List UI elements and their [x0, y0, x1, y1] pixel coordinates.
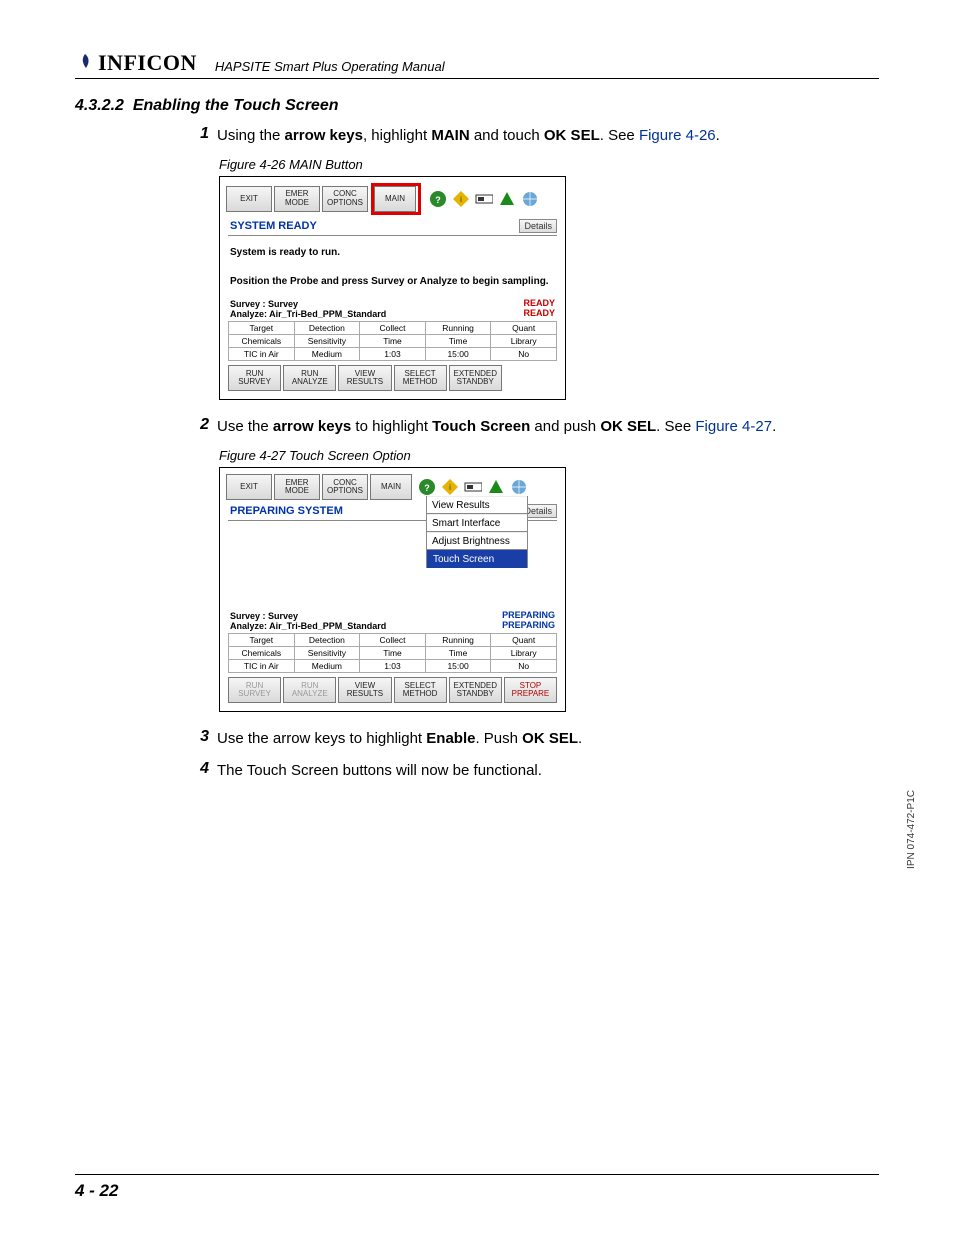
- run-analyze-button[interactable]: RUN ANALYZE: [283, 365, 336, 391]
- menu-touch-screen[interactable]: Touch Screen: [427, 550, 527, 568]
- device-message: System is ready to run. Position the Pro…: [220, 236, 565, 296]
- step-2: 2 Use the arrow keys to highlight Touch …: [185, 416, 879, 438]
- conc-options-button[interactable]: CONC OPTIONS: [322, 474, 368, 500]
- figure-4-26: EXIT EMER MODE CONC OPTIONS MAIN ? i SYS…: [219, 176, 879, 401]
- globe-icon: [521, 190, 539, 208]
- select-method-button[interactable]: SELECT METHOD: [394, 365, 447, 391]
- page-number: 4 - 22: [75, 1181, 118, 1201]
- view-results-button[interactable]: VIEW RESULTS: [338, 365, 391, 391]
- menu-smart-interface[interactable]: Smart Interface: [427, 514, 527, 532]
- page-header: INFICON HAPSITE Smart Plus Operating Man…: [75, 50, 879, 79]
- stop-prepare-button[interactable]: STOP PREPARE: [504, 677, 557, 703]
- extended-standby-button[interactable]: EXTENDED STANDBY: [449, 365, 502, 391]
- figure-4-27: EXIT EMER MODE CONC OPTIONS MAIN ? i Vie…: [219, 467, 879, 712]
- main-button[interactable]: MAIN: [370, 474, 412, 500]
- brand-logo: INFICON: [75, 50, 197, 76]
- xref-fig-4-27[interactable]: Figure 4-27: [695, 418, 772, 435]
- leaf-icon: [75, 53, 95, 73]
- warning-icon: [487, 478, 505, 496]
- svg-text:?: ?: [424, 483, 430, 493]
- exit-button[interactable]: EXIT: [226, 186, 272, 212]
- main-button-highlight: MAIN: [371, 183, 421, 215]
- warning-icon: [498, 190, 516, 208]
- manual-title: HAPSITE Smart Plus Operating Manual: [215, 59, 445, 76]
- svg-text:?: ?: [435, 195, 441, 205]
- svg-text:i: i: [449, 483, 451, 492]
- footer-rule: [75, 1174, 879, 1175]
- status-text: PREPARING SYSTEM: [230, 505, 343, 517]
- main-button[interactable]: MAIN: [374, 186, 416, 212]
- survey-line: Survey : Survey: [230, 611, 386, 621]
- analyze-line: Analyze: Air_Tri-Bed_PPM_Standard: [230, 309, 386, 319]
- status-text: SYSTEM READY: [230, 220, 317, 232]
- menu-view-results[interactable]: View Results: [427, 496, 527, 514]
- emer-mode-button[interactable]: EMER MODE: [274, 474, 320, 500]
- step-1: 1 Using the arrow keys, highlight MAIN a…: [185, 125, 879, 147]
- step-3: 3 Use the arrow keys to highlight Enable…: [185, 728, 879, 750]
- battery-icon: [464, 478, 482, 496]
- run-survey-button: RUN SURVEY: [228, 677, 281, 703]
- help-icon[interactable]: ?: [418, 478, 436, 496]
- conc-options-button[interactable]: CONC OPTIONS: [322, 186, 368, 212]
- section-heading: 4.3.2.2 Enabling the Touch Screen: [75, 97, 879, 115]
- svg-text:i: i: [460, 195, 462, 204]
- details-button[interactable]: Details: [519, 219, 557, 233]
- view-results-button[interactable]: VIEW RESULTS: [338, 677, 391, 703]
- exit-button[interactable]: EXIT: [226, 474, 272, 500]
- select-method-button[interactable]: SELECT METHOD: [394, 677, 447, 703]
- globe-icon: [510, 478, 528, 496]
- emer-mode-button[interactable]: EMER MODE: [274, 186, 320, 212]
- run-survey-button[interactable]: RUN SURVEY: [228, 365, 281, 391]
- fig-26-caption: Figure 4-26 MAIN Button: [219, 157, 879, 172]
- step-4: 4 The Touch Screen buttons will now be f…: [185, 760, 879, 782]
- menu-adjust-brightness[interactable]: Adjust Brightness: [427, 532, 527, 550]
- params-table: TargetDetectionCollectRunningQuant Chemi…: [228, 633, 557, 673]
- help-icon[interactable]: ?: [429, 190, 447, 208]
- fig-27-caption: Figure 4-27 Touch Screen Option: [219, 448, 879, 463]
- analyze-line: Analyze: Air_Tri-Bed_PPM_Standard: [230, 621, 386, 631]
- params-table: TargetDetectionCollectRunningQuant Chemi…: [228, 321, 557, 361]
- battery-icon: [475, 190, 493, 208]
- info-icon[interactable]: i: [452, 190, 470, 208]
- extended-standby-button[interactable]: EXTENDED STANDBY: [449, 677, 502, 703]
- survey-line: Survey : Survey: [230, 299, 386, 309]
- brand-text: INFICON: [98, 50, 197, 76]
- main-dropdown: View Results Smart Interface Adjust Brig…: [426, 496, 528, 568]
- info-icon[interactable]: i: [441, 478, 459, 496]
- run-analyze-button: RUN ANALYZE: [283, 677, 336, 703]
- ipn-code: IPN 074-472-P1C: [906, 790, 917, 869]
- xref-fig-4-26[interactable]: Figure 4-26: [639, 127, 716, 144]
